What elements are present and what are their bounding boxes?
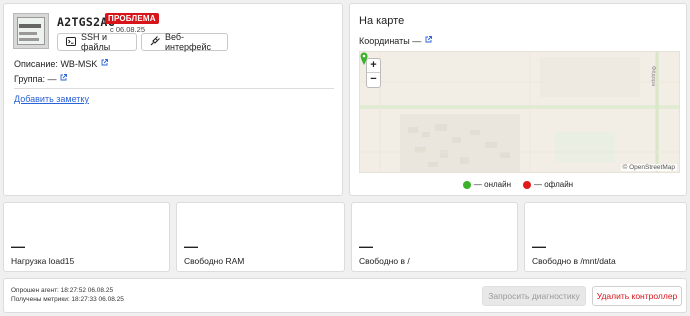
edit-coordinates-icon[interactable] <box>425 36 432 43</box>
terminal-icon <box>66 36 76 48</box>
coordinates-value: — <box>412 36 422 46</box>
group-label: Группа: <box>14 74 46 84</box>
metric-label: Свободно в / <box>359 256 410 266</box>
web-interface-button[interactable]: Веб-интерфейс <box>141 32 228 52</box>
map-legend: — онлайн — офлайн <box>350 180 686 189</box>
metric-value: — <box>532 238 546 254</box>
group-value: — <box>47 74 57 84</box>
coordinates-label: Координаты <box>359 36 410 46</box>
description-value: WB-MSK <box>60 59 98 69</box>
divider <box>14 88 334 89</box>
metric-card-mnt-data: — Свободно в /mnt/data <box>524 202 687 272</box>
request-diagnostics-button[interactable]: Запросить диагностику <box>482 286 586 306</box>
map-attribution[interactable]: © OpenStreetMap <box>620 164 677 171</box>
zoom-controls: + − <box>366 58 381 88</box>
ssh-files-button[interactable]: SSH и файлы <box>57 32 137 52</box>
legend-online: — онлайн <box>462 180 511 189</box>
status-badge: ПРОБЛЕМА <box>105 13 159 24</box>
zoom-in-button[interactable]: + <box>367 59 380 73</box>
plug-icon <box>150 36 160 48</box>
metric-label: Свободно в /mnt/data <box>532 256 616 266</box>
metric-value: — <box>184 238 198 254</box>
metric-value: — <box>359 238 373 254</box>
agent-polled-time: Опрошен агент: 18:27:52 06.08.25 <box>11 287 114 294</box>
metric-card-root: — Свободно в / <box>351 202 518 272</box>
street-label: Фёдора <box>650 66 656 86</box>
edit-group-icon[interactable] <box>60 74 68 81</box>
web-interface-label: Веб-интерфейс <box>165 32 211 52</box>
map-view[interactable]: Фёдора + − © OpenStreetMap <box>359 51 680 173</box>
metric-label: Свободно RAM <box>184 256 245 266</box>
ssh-files-label: SSH и файлы <box>81 32 111 52</box>
device-card: A2TGS2AG ПРОБЛЕМА с 06.08.25 SSH и файлы… <box>3 3 343 196</box>
group-row: Группа: — <box>14 74 68 84</box>
legend-offline-label: — офлайн <box>534 180 574 189</box>
map-title: На карте <box>359 15 405 27</box>
metrics-received-time: Получены метрики: 18:27:33 06.08.25 <box>11 296 124 303</box>
description-row: Описание: WB-MSK <box>14 59 108 69</box>
metric-label: Нагрузка load15 <box>11 256 75 266</box>
footer-card: Опрошен агент: 18:27:52 06.08.25 Получен… <box>3 278 687 313</box>
add-note-link[interactable]: Добавить заметку <box>14 94 89 104</box>
legend-offline: — офлайн <box>523 180 573 189</box>
device-thumbnail <box>13 13 49 49</box>
coordinates-row: Координаты — <box>359 36 432 46</box>
legend-online-label: — онлайн <box>473 180 511 189</box>
metric-value: — <box>11 238 25 254</box>
map-tiles: Фёдора <box>360 52 679 172</box>
offline-dot-icon <box>523 180 531 189</box>
edit-description-icon[interactable] <box>101 59 108 66</box>
zoom-out-button[interactable]: − <box>367 73 380 87</box>
metric-card-load: — Нагрузка load15 <box>3 202 170 272</box>
description-label: Описание: <box>14 59 58 69</box>
map-card: На карте Координаты — Фёдора + − © OpenS… <box>349 3 687 196</box>
online-dot-icon <box>462 180 471 189</box>
delete-controller-button[interactable]: Удалить контроллер <box>592 286 682 306</box>
metric-card-ram: — Свободно RAM <box>176 202 345 272</box>
